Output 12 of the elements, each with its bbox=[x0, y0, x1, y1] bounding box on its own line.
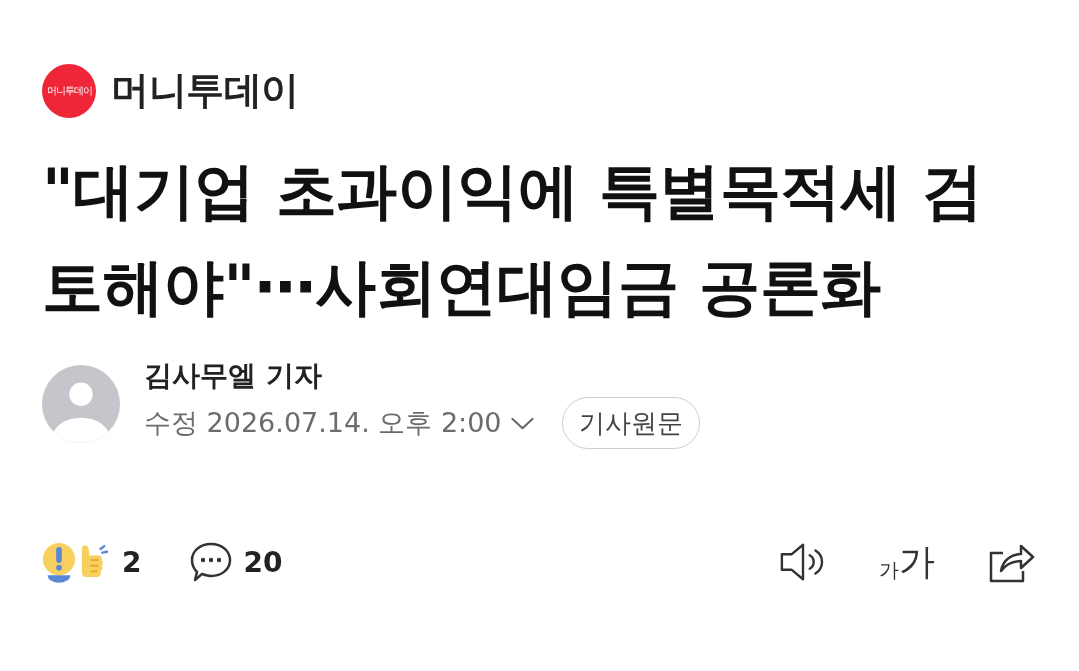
original-article-button[interactable]: 기사원문 bbox=[561, 397, 700, 449]
comment-button[interactable]: 20 bbox=[189, 541, 283, 583]
exclamation-emoji-icon bbox=[42, 541, 76, 583]
publisher-name: 머니투데이 bbox=[111, 67, 299, 114]
font-size-button[interactable]: 가가 bbox=[879, 544, 935, 580]
reaction-button[interactable]: 2 bbox=[42, 541, 142, 583]
chevron-down-icon[interactable] bbox=[509, 416, 535, 430]
comment-bubble-icon bbox=[189, 541, 234, 583]
article-headline: "대기업 초과이익에 특별목적세 검토해야"⋯사회연대임금 공론화 bbox=[42, 154, 984, 324]
publisher-logo: 머니투데이 bbox=[42, 63, 96, 118]
modified-date: 수정 2026.07.14. 오후 2:00 bbox=[144, 406, 502, 440]
author-name: 김사무엘 기자 bbox=[144, 359, 323, 393]
